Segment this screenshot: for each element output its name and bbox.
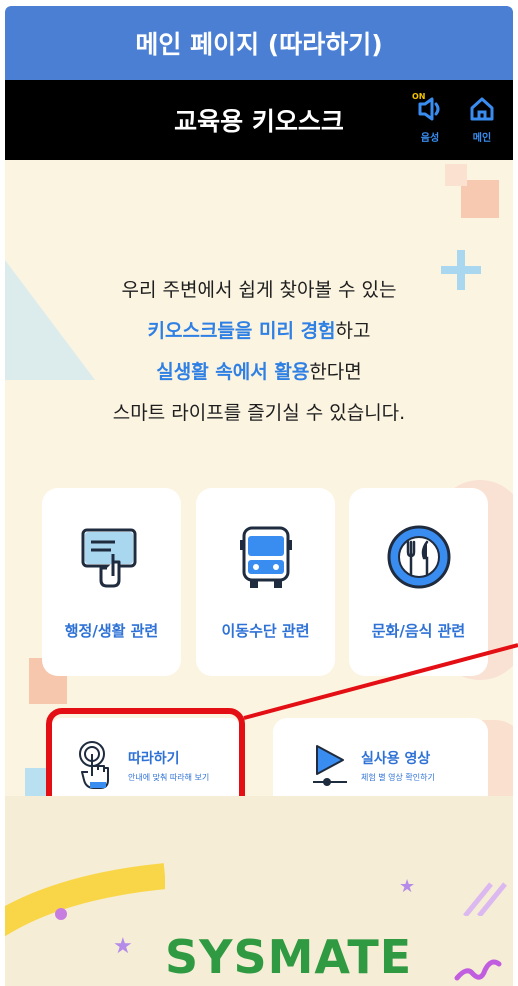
decor-squiggle (453, 946, 503, 986)
real-use-video-subtitle: 체험 별 영상 확인하기 (361, 773, 435, 782)
footer-banner: ★ ★ SYSMATE (5, 796, 513, 986)
category-admin-card[interactable]: 행정/생활 관련 (42, 488, 181, 676)
intro-line-2-rest: 하고 (335, 320, 371, 342)
category-culture-card[interactable]: 문화/음식 관련 (349, 488, 488, 676)
kiosk-header: 교육용 키오스크 ON 음성 메인 (5, 80, 513, 160)
intro-line-4: 스마트 라이프를 즐기실 수 있습니다. (112, 402, 406, 424)
app-window: 메인 페이지 (따라하기) 교육용 키오스크 ON 음성 메인 우리 주변에서 … (5, 6, 513, 986)
decor-arc (5, 856, 167, 986)
card-hand-icon (42, 524, 181, 590)
home-button[interactable]: 메인 (462, 96, 502, 148)
sound-button[interactable]: ON 음성 (410, 92, 450, 148)
intro-line-3-rest: 한다면 (309, 361, 362, 383)
intro-highlight-1: 키오스크들을 미리 경험 (147, 320, 336, 342)
follow-along-subtitle: 안내에 맞춰 따라해 보기 (128, 773, 210, 782)
real-use-video-title: 실사용 영상 (361, 751, 431, 767)
follow-along-title: 따라하기 (128, 751, 180, 767)
sysmate-logo: SYSMATE (165, 930, 413, 984)
main-content: 우리 주변에서 쉽게 찾아볼 수 있는 키오스크들을 미리 경험하고 실생활 속… (5, 160, 513, 796)
intro-line-3: 실생활 속에서 활용한다면 (5, 352, 513, 393)
sound-label: 음성 (420, 133, 440, 144)
decor-square (445, 164, 467, 186)
sound-on-badge: ON (412, 92, 426, 101)
home-label: 메인 (472, 133, 492, 144)
real-use-video-button[interactable]: 실사용 영상 체험 별 영상 확인하기 (273, 718, 488, 796)
intro-line-2: 키오스크들을 미리 경험하고 (5, 311, 513, 352)
touch-hand-icon (78, 740, 116, 794)
star-icon: ★ (399, 876, 416, 897)
intro-text: 우리 주변에서 쉽게 찾아볼 수 있는 키오스크들을 미리 경험하고 실생활 속… (5, 270, 513, 434)
category-transport-label: 이동수단 관련 (221, 622, 310, 640)
decor-stripes (455, 876, 513, 920)
play-icon (313, 744, 347, 792)
follow-along-button[interactable]: 따라하기 안내에 맞춰 따라해 보기 (48, 718, 243, 796)
category-admin-label: 행정/생활 관련 (64, 622, 159, 640)
decor-dot (55, 908, 67, 920)
home-icon (469, 96, 495, 126)
category-transport-card[interactable]: 이동수단 관련 (196, 488, 335, 676)
category-culture-label: 문화/음식 관련 (371, 622, 466, 640)
fork-knife-icon (349, 524, 488, 590)
intro-line-1: 우리 주변에서 쉽게 찾아볼 수 있는 (121, 279, 397, 301)
star-icon: ★ (113, 934, 133, 959)
page-title: 메인 페이지 (따라하기) (5, 6, 513, 80)
intro-highlight-2: 실생활 속에서 활용 (156, 361, 310, 383)
bus-icon (196, 524, 335, 590)
